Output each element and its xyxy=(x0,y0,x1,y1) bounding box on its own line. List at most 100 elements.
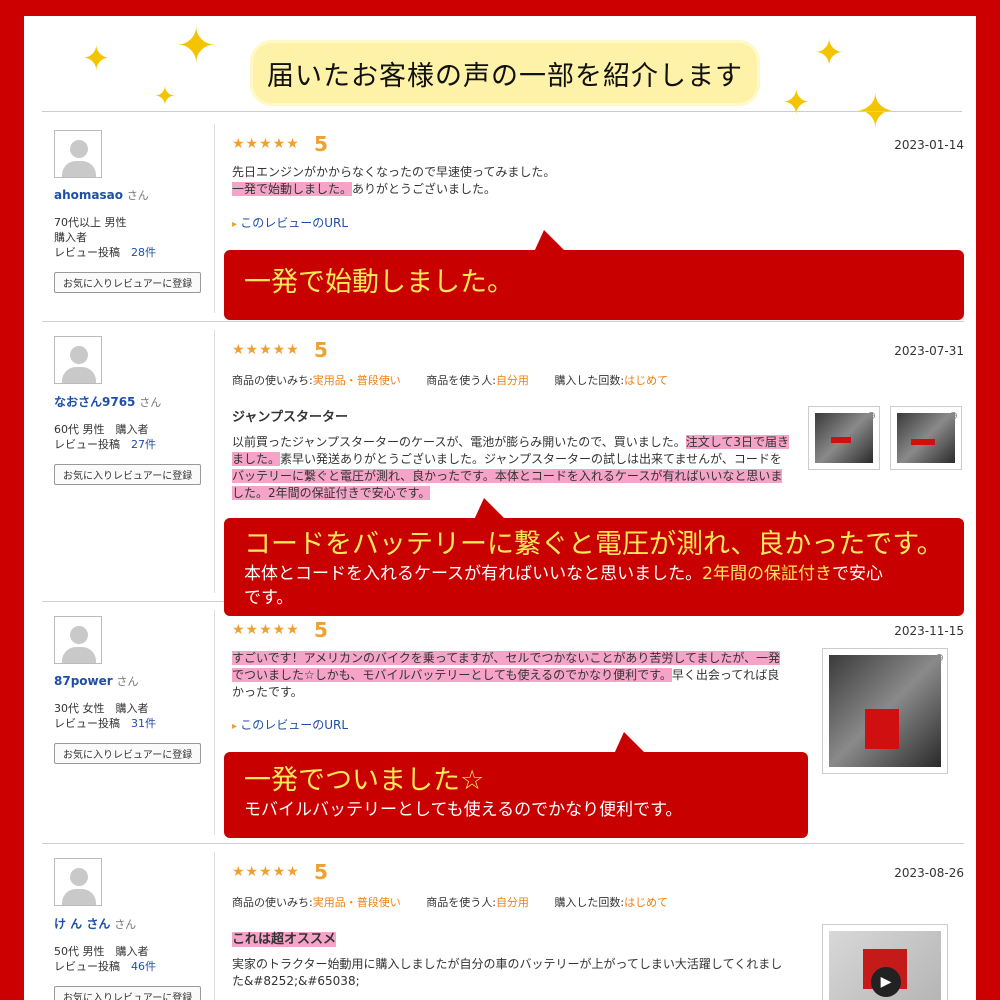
meta-use-label: 商品の使いみち: xyxy=(232,896,313,909)
review-meta: 商品の使いみち:実用品・普段使い 商品を使う人:自分用 購入した回数:はじめて xyxy=(232,894,668,910)
review-url-link[interactable]: このレビューのURL xyxy=(232,716,348,733)
zoom-icon[interactable]: ⊕ xyxy=(935,651,944,664)
reviewer-name[interactable]: ahomasao xyxy=(54,188,123,202)
star-rating: ★★★★★ xyxy=(232,622,300,638)
divider xyxy=(42,111,962,112)
reviewer-info: なおさん9765 さん 60代 男性 購入者 レビュー投稿 27件 お気に入りレ… xyxy=(54,336,204,485)
meta-use-value: 実用品・普段使い xyxy=(312,374,401,387)
review-title-text: これは超オススメ xyxy=(232,932,337,947)
rating-score: 5 xyxy=(314,132,328,156)
review-item: け ん さん さん 50代 男性 購入者 レビュー投稿 46件 お気に入りレビュ… xyxy=(42,844,964,1000)
review-text: た&#8252;&#65038; xyxy=(232,974,360,988)
review-item: なおさん9765 さん 60代 男性 購入者 レビュー投稿 27件 お気に入りレ… xyxy=(42,322,964,616)
post-count[interactable]: 31件 xyxy=(131,717,156,730)
review-text: 素早い発送ありがとうございました。ジャンプスターターの試しは出来てませんが、コー… xyxy=(280,452,782,466)
meta-user-value: 自分用 xyxy=(495,896,529,909)
review-body: すごいです！アメリカンのバイクを乗ってますが、セルでつかないことがあり苦労してま… xyxy=(232,650,792,701)
review-photo[interactable]: ⊕ xyxy=(890,406,962,470)
review-body: 先日エンジンがかからなくなったので早速使ってみました。 一発で始動しました。あり… xyxy=(232,164,792,198)
column-divider xyxy=(214,124,215,313)
review-date: 2023-08-26 xyxy=(894,866,964,880)
highlighted-text: バッテリーに繋ぐと電圧が測れ、良かったです。本体とコードを入れるケースが有ればい… xyxy=(232,469,783,483)
highlighted-text: 一発で始動しました。 xyxy=(232,182,353,196)
review-photo[interactable]: ⊕ xyxy=(808,406,880,470)
review-text: 先日エンジンがかからなくなったので早速使ってみました。 xyxy=(232,165,556,179)
callout-arrow xyxy=(474,498,506,520)
review-photo[interactable]: ⊕ xyxy=(822,648,948,774)
review-body: 以前買ったジャンプスターターのケースが、電池が膨らみ開いたので、買いました。注文… xyxy=(232,434,792,502)
post-count[interactable]: 27件 xyxy=(131,438,156,451)
meta-user-label: 商品を使う人: xyxy=(426,374,496,387)
review-text: かったです。 xyxy=(232,685,303,699)
callout-text-accent: 2年間の保証付き xyxy=(702,564,832,584)
review-date: 2023-11-15 xyxy=(894,624,964,638)
rating-score: 5 xyxy=(314,618,328,642)
reviewer-name[interactable]: 87power xyxy=(54,674,113,688)
name-suffix: さん xyxy=(126,189,149,202)
reviewer-name[interactable]: け ん さん xyxy=(54,917,110,931)
review-text: 実家のトラクター始動用に購入しましたが自分の車のバッテリーが上がってしまい大活躍… xyxy=(232,957,783,971)
name-suffix: さん xyxy=(114,918,137,931)
page-frame: ✦ ✦ ✦ ✦ ✦ ✦ 届いたお客様の声の一部を紹介します ahomasao さ… xyxy=(24,16,976,1000)
page-title-banner: 届いたお客様の声の一部を紹介します xyxy=(250,40,760,106)
callout-headline: 一発で始動しました。 xyxy=(244,267,514,298)
meta-user-label: 商品を使う人: xyxy=(426,896,496,909)
meta-user-value: 自分用 xyxy=(495,374,529,387)
favorite-reviewer-button[interactable]: お気に入りレビュアーに登録 xyxy=(54,986,202,1000)
callout-text: で安心 xyxy=(831,564,883,584)
sparkle-icon: ✦ xyxy=(782,83,811,123)
callout-headline: 一発でついました☆ xyxy=(244,765,485,796)
highlighted-text: でついました☆しかも、モバイルバッテリーとしても使えるのでかなり便利です。 xyxy=(232,668,672,682)
meta-count-label: 購入した回数: xyxy=(554,896,625,909)
highlighted-text: 注文して3日で届き xyxy=(685,435,790,449)
name-suffix: さん xyxy=(116,675,139,688)
play-icon[interactable]: ▶ xyxy=(871,967,901,997)
review-text: 以前買ったジャンプスターターのケースが、電池が膨らみ開いたので、買いました。 xyxy=(232,435,686,449)
reviewer-demographic: 30代 女性 購入者 xyxy=(54,702,149,715)
column-divider xyxy=(214,610,215,835)
reviewer-info: 87power さん 30代 女性 購入者 レビュー投稿 31件 お気に入りレビ… xyxy=(54,616,204,764)
sparkle-icon: ✦ xyxy=(176,18,217,74)
column-divider xyxy=(214,330,215,593)
review-callout: 一発で始動しました。 xyxy=(224,230,964,320)
reviewer-name[interactable]: なおさん9765 xyxy=(54,395,135,409)
star-rating: ★★★★★ xyxy=(232,864,300,880)
post-count[interactable]: 46件 xyxy=(131,960,156,973)
avatar xyxy=(54,130,102,178)
zoom-icon[interactable]: ⊕ xyxy=(867,409,876,422)
callout-text: モバイルバッテリーとしても使えるのでかなり便利です。 xyxy=(244,800,683,820)
column-divider xyxy=(214,852,215,1000)
review-body: 実家のトラクター始動用に購入しましたが自分の車のバッテリーが上がってしまい大活躍… xyxy=(232,956,792,990)
review-text: 早く出会ってれば良 xyxy=(671,668,780,682)
star-rating: ★★★★★ xyxy=(232,342,300,358)
review-title: ジャンプスターター xyxy=(232,410,348,425)
review-url-link[interactable]: このレビューのURL xyxy=(232,214,348,231)
favorite-reviewer-button[interactable]: お気に入りレビュアーに登録 xyxy=(54,272,202,293)
avatar xyxy=(54,616,102,664)
reviewer-info: け ん さん さん 50代 男性 購入者 レビュー投稿 46件 お気に入りレビュ… xyxy=(54,858,204,1000)
favorite-reviewer-button[interactable]: お気に入りレビュアーに登録 xyxy=(54,743,202,764)
avatar xyxy=(54,858,102,906)
meta-use-label: 商品の使いみち: xyxy=(232,374,313,387)
favorite-reviewer-button[interactable]: お気に入りレビュアーに登録 xyxy=(54,464,202,485)
review-callout: 一発でついました☆ モバイルバッテリーとしても使えるのでかなり便利です。 xyxy=(224,732,808,838)
post-count-label: レビュー投稿 xyxy=(54,717,120,730)
highlighted-text: ました。 xyxy=(232,452,281,466)
reviewer-demographic: 60代 男性 購入者 xyxy=(54,423,149,436)
review-date: 2023-07-31 xyxy=(894,344,964,358)
page-title: 届いたお客様の声の一部を紹介します xyxy=(267,60,743,92)
highlighted-text: した。2年間の保証付きで安心です。 xyxy=(232,486,431,500)
callout-text: 本体とコードを入れるケースが有ればいいなと思いました。 xyxy=(244,564,703,584)
review-date: 2023-01-14 xyxy=(894,138,964,152)
post-count[interactable]: 28件 xyxy=(131,246,156,259)
reviewer-info: ahomasao さん 70代以上 男性 購入者 レビュー投稿 28件 お気に入… xyxy=(54,130,204,293)
post-count-label: レビュー投稿 xyxy=(54,438,120,451)
reviewer-status: 購入者 xyxy=(54,231,87,244)
review-video-thumbnail[interactable]: ▶ xyxy=(822,924,948,1000)
review-text: ありがとうございました。 xyxy=(352,182,497,196)
meta-count-value: はじめて xyxy=(624,896,669,909)
zoom-icon[interactable]: ⊕ xyxy=(949,409,958,422)
rating-score: 5 xyxy=(314,338,328,362)
meta-count-value: はじめて xyxy=(624,374,669,387)
star-rating: ★★★★★ xyxy=(232,136,300,152)
